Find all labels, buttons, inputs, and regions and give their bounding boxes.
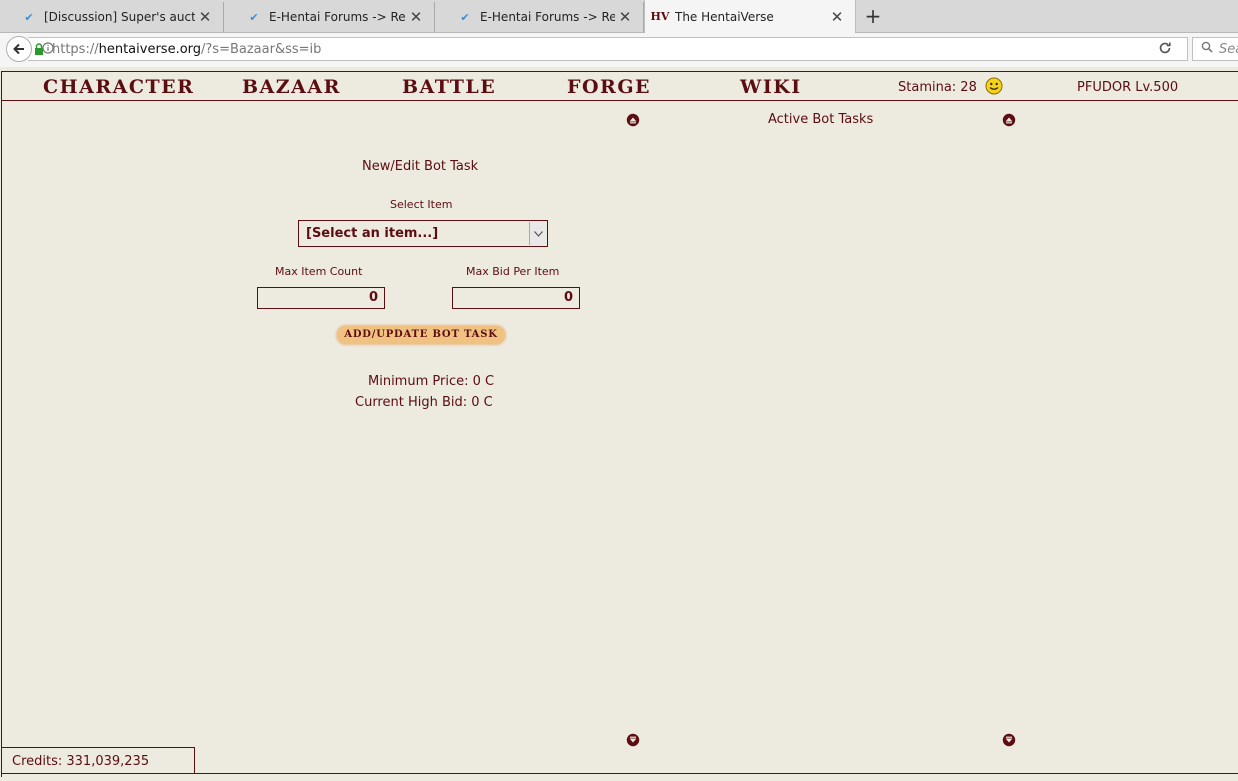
search-input[interactable]: Sea [1192,37,1238,61]
scroll-down-icon[interactable] [1002,733,1016,747]
stamina-readout: Stamina: 28 [898,80,977,95]
scroll-up-icon[interactable] [626,113,640,127]
browser-tab[interactable]: ✔ E-Hentai Forums -> Replying ✕ [225,2,435,32]
forum-favicon-icon: ✔ [24,10,34,24]
max-item-count-field[interactable]: 0 [257,287,385,309]
close-icon[interactable]: ✕ [406,8,426,26]
add-update-bot-task-button[interactable]: ADD/UPDATE BOT TASK [337,326,505,344]
item-select[interactable]: [Select an item...] [298,220,548,247]
tab-title: [Discussion] Super's auction [44,10,195,24]
close-icon[interactable]: ✕ [615,8,635,26]
tab-title: E-Hentai Forums -> Replying [480,10,615,24]
max-bid-per-item-field[interactable]: 0 [452,287,580,309]
new-tab-button[interactable]: + [862,4,884,28]
max-bid-per-item-label: Max Bid Per Item [466,265,560,278]
reload-icon[interactable] [1158,41,1172,59]
search-placeholder: Sea [1219,41,1238,57]
close-icon[interactable]: ✕ [827,8,847,26]
scroll-up-icon[interactable] [1002,113,1016,127]
main-menu-bar: CHARACTER BAZAAR BATTLE FORGE WIKI Stami… [1,71,1238,101]
back-arrow-icon [13,43,24,55]
credits-display: Credits: 331,039,235 [1,747,195,774]
url-text: https://hentaiverse.org/?s=Bazaar&ss=ib [52,41,322,57]
smiley-icon [985,77,1003,99]
forum-favicon-icon: ✔ [249,10,259,24]
scroll-down-icon[interactable] [626,733,640,747]
menu-forge[interactable]: FORGE [567,76,651,98]
active-bot-tasks-title: Active Bot Tasks [768,112,874,127]
item-select-value: [Select an item...] [306,226,439,241]
hentaiverse-favicon-icon: HV [650,10,670,23]
game-page: CHARACTER BAZAAR BATTLE FORGE WIKI Stami… [0,67,1238,781]
browser-tab-active[interactable]: HV The HentaiVerse ✕ [644,0,856,33]
tab-title: E-Hentai Forums -> Replying [269,10,406,24]
browser-tab-bar: ✔ [Discussion] Super's auction ✕ ✔ E-Hen… [0,0,1238,33]
close-icon[interactable]: ✕ [195,8,215,26]
page-left-border [1,101,2,777]
browser-nav-bar: https://hentaiverse.org/?s=Bazaar&ss=ib … [0,33,1238,68]
info-icon[interactable] [42,41,54,57]
max-item-count-label: Max Item Count [275,265,363,278]
back-button[interactable] [6,36,32,62]
new-edit-bot-task-title: New/Edit Bot Task [362,159,479,174]
browser-tab[interactable]: ✔ [Discussion] Super's auction ✕ [0,2,224,32]
menu-battle[interactable]: BATTLE [402,76,496,98]
player-level: PFUDOR Lv.500 [1077,80,1179,95]
menu-wiki[interactable]: WIKI [740,76,802,98]
url-bar[interactable]: https://hentaiverse.org/?s=Bazaar&ss=ib [28,37,1188,61]
menu-bazaar[interactable]: BAZAAR [242,76,341,98]
browser-tab[interactable]: ✔ E-Hentai Forums -> Replying ✕ [436,2,644,32]
search-icon [1201,41,1213,57]
minimum-price: Minimum Price: 0 C [368,374,495,389]
tab-title: The HentaiVerse [675,9,774,24]
chevron-down-icon[interactable] [529,222,546,245]
select-item-label: Select Item [390,198,453,211]
menu-character[interactable]: CHARACTER [43,76,194,98]
forum-favicon-icon: ✔ [460,10,470,24]
current-high-bid: Current High Bid: 0 C [355,395,493,410]
